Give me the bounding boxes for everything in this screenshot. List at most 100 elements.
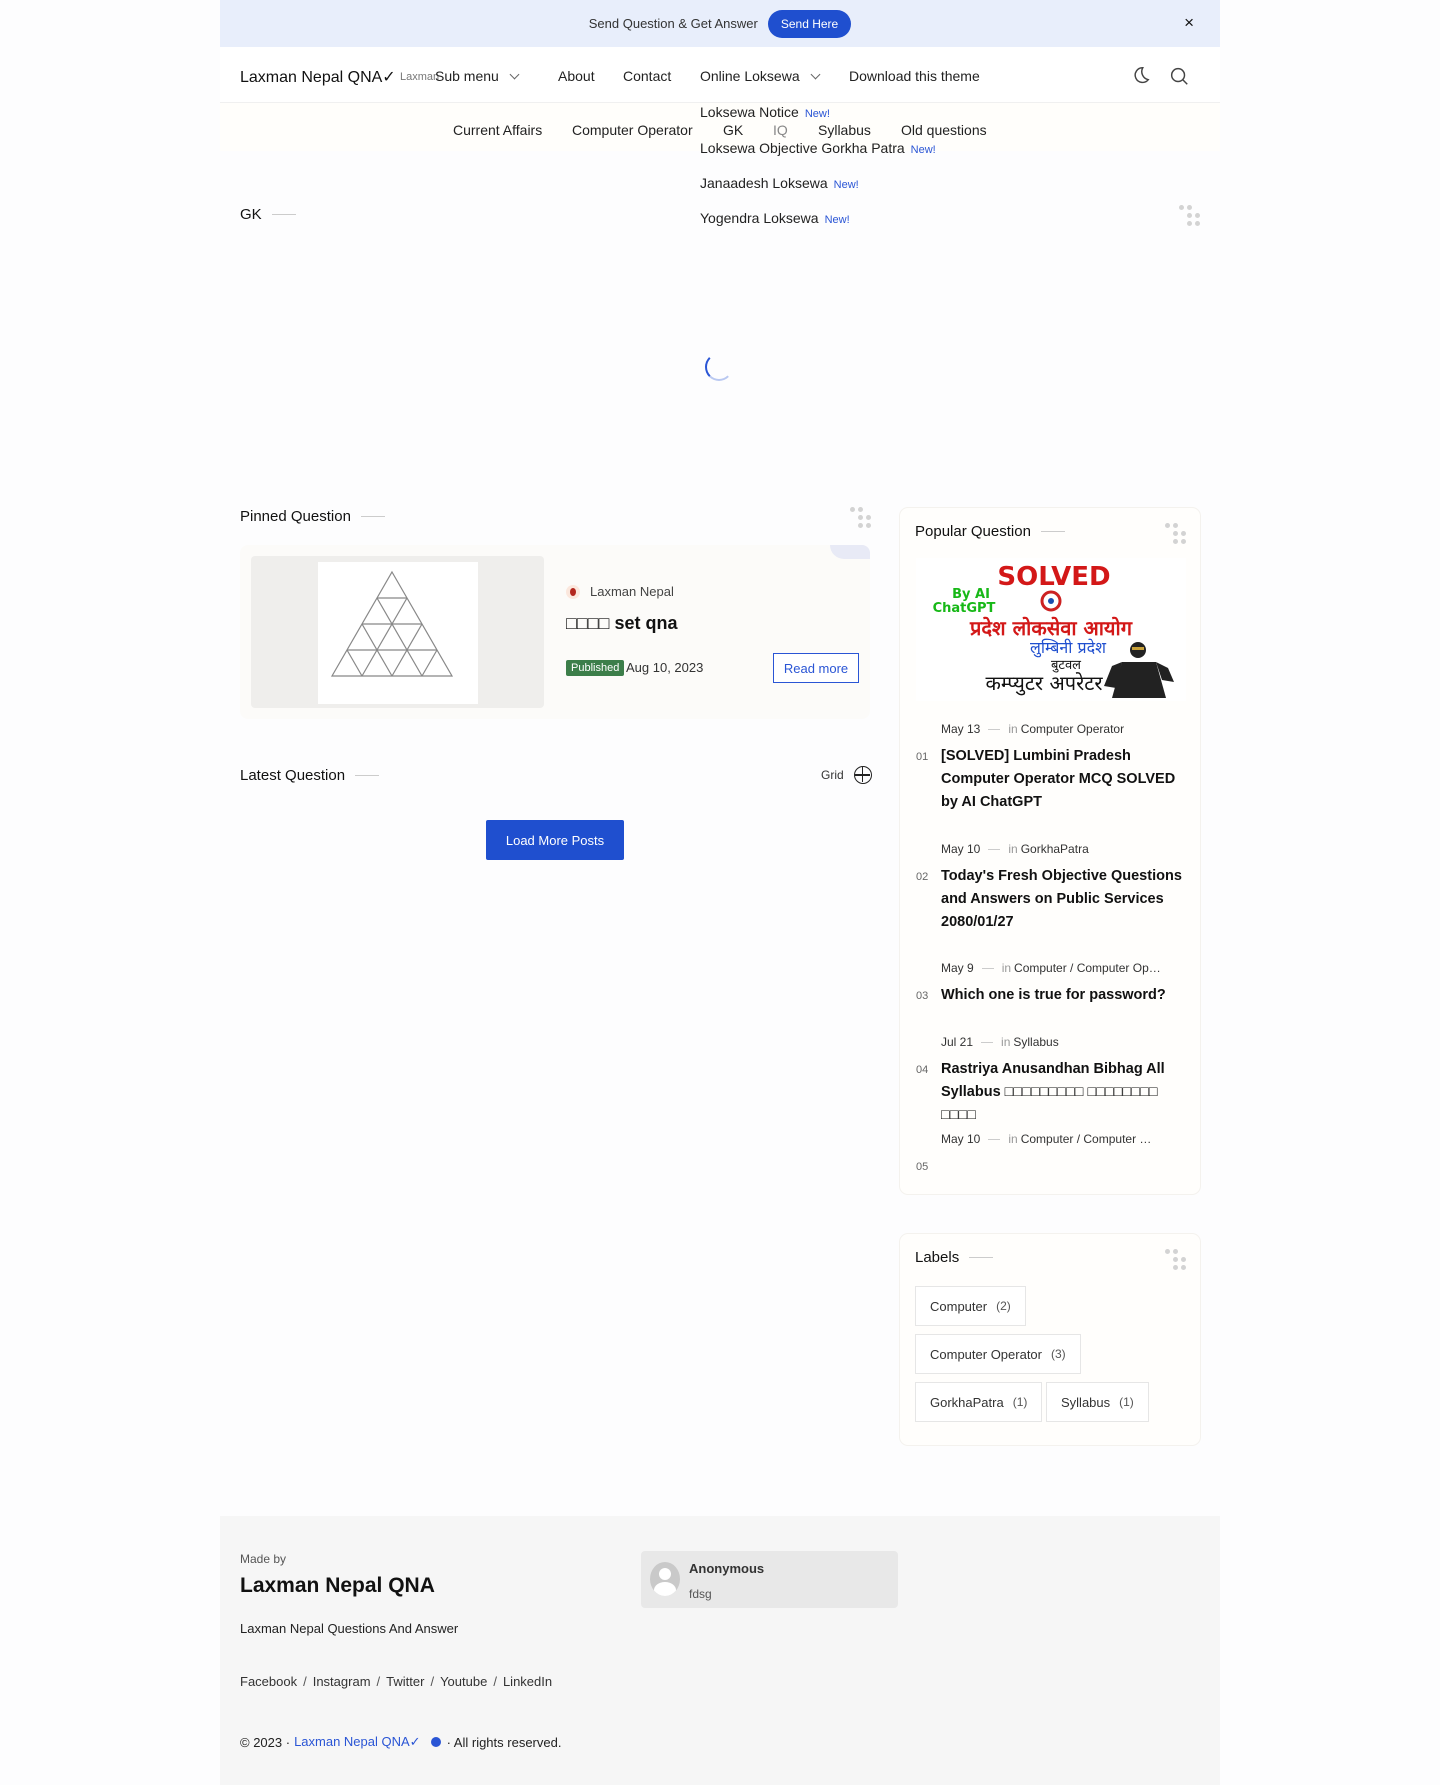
pinned-section-title: Pinned Question (240, 508, 385, 525)
popular-post-image[interactable]: SOLVED By AI ChatGPT प्रदेश लोकसेवा आयोग… (916, 558, 1186, 701)
label-name: Computer Operator (930, 1346, 1042, 1362)
label-chip-computer-operator[interactable]: Computer Operator (3) (915, 1334, 1081, 1374)
copyright: © 2023 · Laxman Nepal QNA✓ · All rights … (240, 1734, 561, 1750)
pinned-author[interactable]: Laxman Nepal (566, 584, 674, 599)
pinned-post-card[interactable]: Laxman Nepal □□□□ set qna Published Aug … (240, 545, 870, 719)
copyright-site-link[interactable]: Laxman Nepal QNA✓ (294, 1734, 421, 1750)
footer-description: Laxman Nepal Questions And Answer (240, 1621, 459, 1636)
subnav-iq[interactable]: IQ (773, 122, 788, 138)
label-count: (3) (1051, 1347, 1066, 1361)
close-icon[interactable]: × (1184, 13, 1194, 33)
in-label: in (1001, 961, 1012, 975)
popular-item-title[interactable]: [SOLVED] Lumbini Pradesh Computer Operat… (941, 745, 1189, 814)
image-text-line2: लुम्बिनी प्रदेश (1030, 638, 1107, 658)
site-header: Laxman Nepal QNA✓ Laxman Sub menu About … (220, 47, 1220, 103)
nav-submenu-label: Sub menu (435, 68, 499, 84)
link-twitter[interactable]: Twitter (386, 1674, 424, 1689)
nav-online-loksewa[interactable]: Online Loksewa (700, 68, 821, 84)
label-chip-gorkhapatra[interactable]: GorkhaPatra (1) (915, 1382, 1043, 1422)
image-text-chatgpt: ChatGPT (933, 601, 996, 616)
moon-icon[interactable] (1129, 65, 1151, 87)
dots-icon (850, 507, 872, 529)
triangle-puzzle-image (318, 562, 478, 704)
popular-item-title[interactable]: Today's Fresh Objective Questions and An… (941, 865, 1189, 934)
gk-section-title: GK (240, 206, 296, 223)
popular-section-title: Popular Question (915, 523, 1065, 540)
post-category[interactable]: Computer / Computer Operator (1014, 961, 1166, 975)
avatar (566, 584, 580, 599)
nav-about[interactable]: About (558, 68, 595, 84)
title-divider (969, 1257, 994, 1258)
notice-text: Send Question & Get Answer (588, 16, 758, 31)
footer-brand[interactable]: Laxman Nepal QNA (240, 1574, 435, 1598)
label-name: GorkhaPatra (930, 1394, 1004, 1410)
label-chip-syllabus[interactable]: Syllabus (1) (1046, 1382, 1149, 1422)
author-name: Laxman Nepal (590, 584, 674, 599)
link-youtube[interactable]: Youtube (440, 1674, 487, 1689)
avatar (650, 1562, 680, 1596)
dropdown-item-loksewa-notice[interactable]: Loksewa Notice New! (700, 104, 830, 120)
link-facebook[interactable]: Facebook (240, 1674, 297, 1689)
dropdown-item-yogendra[interactable]: Yogendra Loksewa New! (700, 210, 850, 226)
chevron-down-icon (810, 69, 821, 80)
popular-item-title[interactable]: Which one is true for password? (941, 984, 1189, 1007)
post-date: May 10 (941, 842, 981, 856)
load-more-button[interactable]: Load More Posts (486, 820, 624, 860)
post-category[interactable]: Computer / Computer Operator (1021, 1132, 1159, 1146)
title-divider (1040, 531, 1065, 532)
post-category[interactable]: GorkhaPatra (1021, 842, 1089, 856)
new-badge: New! (833, 179, 859, 191)
image-text-by-ai: By AI (952, 587, 990, 602)
subnav-old-questions[interactable]: Old questions (901, 122, 987, 138)
labels-section-title: Labels (915, 1249, 994, 1266)
popular-item-number: 05 (916, 1161, 929, 1173)
comment-text: fdsg (689, 1587, 712, 1601)
post-date: May 13 (941, 722, 981, 736)
link-instagram[interactable]: Instagram (313, 1674, 371, 1689)
subnav-syllabus[interactable]: Syllabus (818, 122, 871, 138)
popular-item-meta: May 10 in GorkhaPatra (941, 842, 1181, 856)
post-category[interactable]: Syllabus (1013, 1035, 1058, 1049)
link-linkedin[interactable]: LinkedIn (503, 1674, 552, 1689)
link-separator: / (493, 1674, 497, 1689)
new-badge: New! (824, 214, 850, 226)
pinned-post-title[interactable]: □□□□ set qna (566, 613, 678, 634)
subnav-gk[interactable]: GK (723, 122, 743, 138)
pinned-post-thumbnail[interactable] (251, 556, 544, 708)
dropdown-item-gorkha-patra[interactable]: Loksewa Objective Gorkha Patra New! (700, 140, 936, 156)
recent-comment[interactable]: Anonymous fdsg (641, 1551, 898, 1608)
in-label: in (1008, 842, 1018, 856)
popular-item-number: 03 (916, 990, 929, 1002)
send-here-button[interactable]: Send Here (767, 9, 852, 38)
title-divider (360, 516, 385, 517)
link-separator: / (303, 1674, 307, 1689)
post-category[interactable]: Computer Operator (1021, 722, 1124, 736)
in-label: in (1001, 1035, 1011, 1049)
loading-spinner-icon (705, 353, 733, 381)
in-label: in (1008, 1132, 1018, 1146)
grid-toggle[interactable]: Grid (821, 766, 872, 784)
post-date: May 9 (941, 961, 974, 975)
section-title-text: Pinned Question (240, 508, 351, 525)
status-badge: Published (566, 660, 625, 676)
image-text-solved: SOLVED (997, 562, 1110, 592)
popular-item-meta: May 9 in Computer / Computer Operator (941, 961, 1166, 975)
subnav-computer-operator[interactable]: Computer Operator (572, 122, 693, 138)
nav-submenu[interactable]: Sub menu (435, 68, 520, 84)
subnav-current-affairs[interactable]: Current Affairs (453, 122, 542, 138)
made-by-label: Made by (240, 1552, 287, 1566)
dropdown-item-janaadesh[interactable]: Janaadesh Loksewa New! (700, 175, 859, 191)
notice-bar: Send Question & Get Answer Send Here × (220, 0, 1220, 47)
pinned-post-date: Aug 10, 2023 (626, 660, 704, 675)
popular-item-title[interactable]: Rastriya Anusandhan Bibhag All Syllabus … (941, 1058, 1189, 1127)
label-chip-computer[interactable]: Computer (2) (915, 1286, 1026, 1326)
search-icon[interactable] (1168, 65, 1190, 87)
dropdown-item-label: Janaadesh Loksewa (700, 175, 828, 191)
label-count: (1) (1119, 1395, 1134, 1409)
dropdown-item-label: Loksewa Objective Gorkha Patra (700, 140, 905, 156)
nav-contact[interactable]: Contact (623, 68, 671, 84)
site-brand[interactable]: Laxman Nepal QNA✓ (240, 67, 396, 87)
nav-download-theme[interactable]: Download this theme (849, 68, 980, 84)
read-more-button[interactable]: Read more (773, 653, 859, 683)
in-label: in (1008, 722, 1018, 736)
